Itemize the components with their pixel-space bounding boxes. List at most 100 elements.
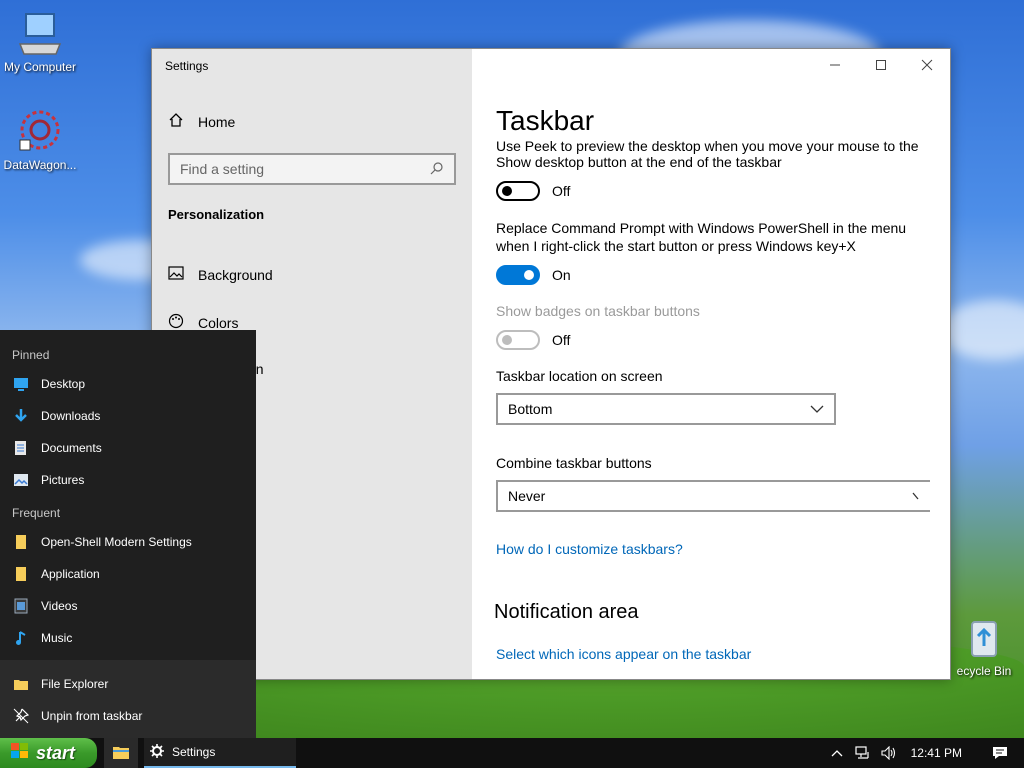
nav-item-label: Background [198, 266, 273, 283]
close-button[interactable] [904, 49, 950, 81]
download-icon [12, 407, 29, 424]
page-title: Taskbar [496, 105, 605, 137]
menu-item-pictures[interactable]: Pictures [12, 471, 84, 488]
notification-area-heading: Notification area [494, 601, 639, 623]
minimize-button[interactable] [812, 49, 858, 81]
music-note-icon [12, 629, 29, 646]
maximize-icon [876, 60, 886, 70]
clock-time[interactable]: 12:41 PM [911, 746, 962, 760]
close-icon [921, 59, 933, 71]
menu-item-desktop[interactable]: Desktop [12, 375, 85, 392]
taskbar-file-explorer[interactable] [104, 738, 138, 768]
pinned-label: Pinned [12, 348, 50, 362]
taskbar-settings-label: Settings [172, 745, 216, 759]
menu-item-label: Application [41, 566, 100, 581]
chevron-down-icon [912, 492, 919, 500]
menu-item-label: Open-Shell Modern Settings [41, 534, 192, 549]
desktop-icon [12, 375, 29, 392]
desktop-icon-recycle-bin[interactable]: ecycle Bin [944, 614, 1024, 678]
menu-item-label: Documents [41, 440, 102, 455]
windows-flag-icon [10, 742, 30, 765]
frequent-label: Frequent [12, 506, 61, 520]
maximize-button[interactable] [858, 49, 904, 81]
window-title: Settings [165, 59, 209, 73]
powershell-setting-text: Replace Command Prompt with Windows Powe… [496, 220, 907, 254]
menu-item-music[interactable]: Music [12, 629, 72, 646]
computer-icon [16, 10, 64, 58]
menu-item-label: File Explorer [41, 676, 109, 691]
picture-icon [12, 471, 29, 488]
peek-setting-text: Show desktop button at the end of the ta… [496, 154, 782, 170]
desktop-icon-my-computer[interactable]: My Computer [0, 10, 80, 74]
start-menu: Pinned Desktop Downloads Documents Pictu… [0, 330, 256, 738]
location-dropdown[interactable]: Bottom [496, 393, 836, 425]
chevron-down-icon [810, 405, 824, 413]
menu-item-label: Desktop [41, 376, 86, 391]
badges-toggle[interactable] [496, 330, 540, 350]
home-icon [168, 112, 184, 131]
notification-icons-link[interactable]: Select which icons appear on the taskbar [496, 646, 751, 662]
taskbar-settings-app[interactable]: Settings [144, 738, 296, 768]
caption-buttons [812, 49, 950, 81]
badges-toggle-state: Off [552, 332, 571, 348]
peek-toggle-row: Off [496, 181, 570, 201]
nav-home[interactable]: Home [168, 112, 235, 131]
powershell-toggle-state: On [552, 267, 571, 283]
datawagon-icon [16, 108, 64, 156]
menu-item-label: Unpin from taskbar [41, 708, 143, 723]
menu-item-label: Music [41, 630, 73, 645]
desktop-icon-datawagon[interactable]: DataWagon... [0, 108, 80, 172]
menu-item-label: Videos [41, 598, 78, 613]
settings-content: Use Peek to preview the desktop when you… [472, 49, 950, 679]
toggle-knob [524, 270, 534, 280]
powershell-toggle-row: On [496, 265, 571, 285]
powershell-toggle[interactable] [496, 265, 540, 285]
nav-item-label: Colors [198, 314, 239, 331]
gear-icon [150, 743, 164, 761]
desktop-icon-label: ecycle Bin [956, 664, 1012, 678]
search-icon [430, 161, 444, 178]
menu-item-unpin[interactable]: Unpin from taskbar [12, 707, 142, 724]
badges-toggle-row: Off [496, 330, 570, 350]
menu-item-application[interactable]: Application [12, 565, 100, 582]
desktop-icon-label: DataWagon... [3, 158, 77, 172]
peek-toggle-state: Off [552, 183, 571, 199]
picture-icon [168, 265, 184, 284]
menu-item-videos[interactable]: Videos [12, 597, 77, 614]
menu-item-documents[interactable]: Documents [12, 439, 102, 456]
menu-item-open-shell-settings[interactable]: Open-Shell Modern Settings [12, 533, 192, 550]
combine-dropdown[interactable]: Never [496, 480, 930, 512]
start-menu-tasks: File Explorer Unpin from taskbar [0, 660, 256, 738]
menu-item-label: Downloads [41, 408, 101, 423]
file-icon [12, 565, 29, 582]
nav-section-personalization: Personalization [168, 207, 265, 222]
notification-center-icon[interactable] [992, 745, 1008, 761]
chevron-up-icon[interactable] [829, 745, 845, 761]
volume-icon[interactable] [881, 745, 897, 761]
help-link[interactable]: How do I customize taskbars? [496, 541, 683, 557]
cloud [940, 300, 1024, 360]
combine-label: Combine taskbar buttons [496, 455, 652, 471]
folder-icon [112, 744, 130, 763]
menu-item-file-explorer[interactable]: File Explorer [12, 675, 108, 692]
menu-item-label: Pictures [41, 472, 85, 487]
recycle-bin-icon [960, 614, 1008, 662]
search-placeholder: Find a setting [180, 161, 265, 177]
menu-item-downloads[interactable]: Downloads [12, 407, 100, 424]
system-tray: 12:41 PM [829, 738, 1024, 768]
start-button[interactable]: start [0, 738, 97, 768]
nav-item-background[interactable]: Background [168, 265, 273, 284]
video-icon [12, 597, 29, 614]
search-input[interactable]: Find a setting [168, 153, 456, 185]
peek-toggle[interactable] [496, 181, 540, 201]
location-label: Taskbar location on screen [496, 368, 663, 384]
unpin-icon [12, 707, 29, 724]
file-icon [12, 533, 29, 550]
nav-home-label: Home [198, 113, 236, 130]
location-value: Bottom [508, 401, 553, 417]
network-icon[interactable] [855, 745, 871, 761]
start-label: start [36, 742, 76, 763]
folder-icon [12, 675, 29, 692]
document-icon [12, 439, 29, 456]
toggle-knob [502, 186, 512, 196]
